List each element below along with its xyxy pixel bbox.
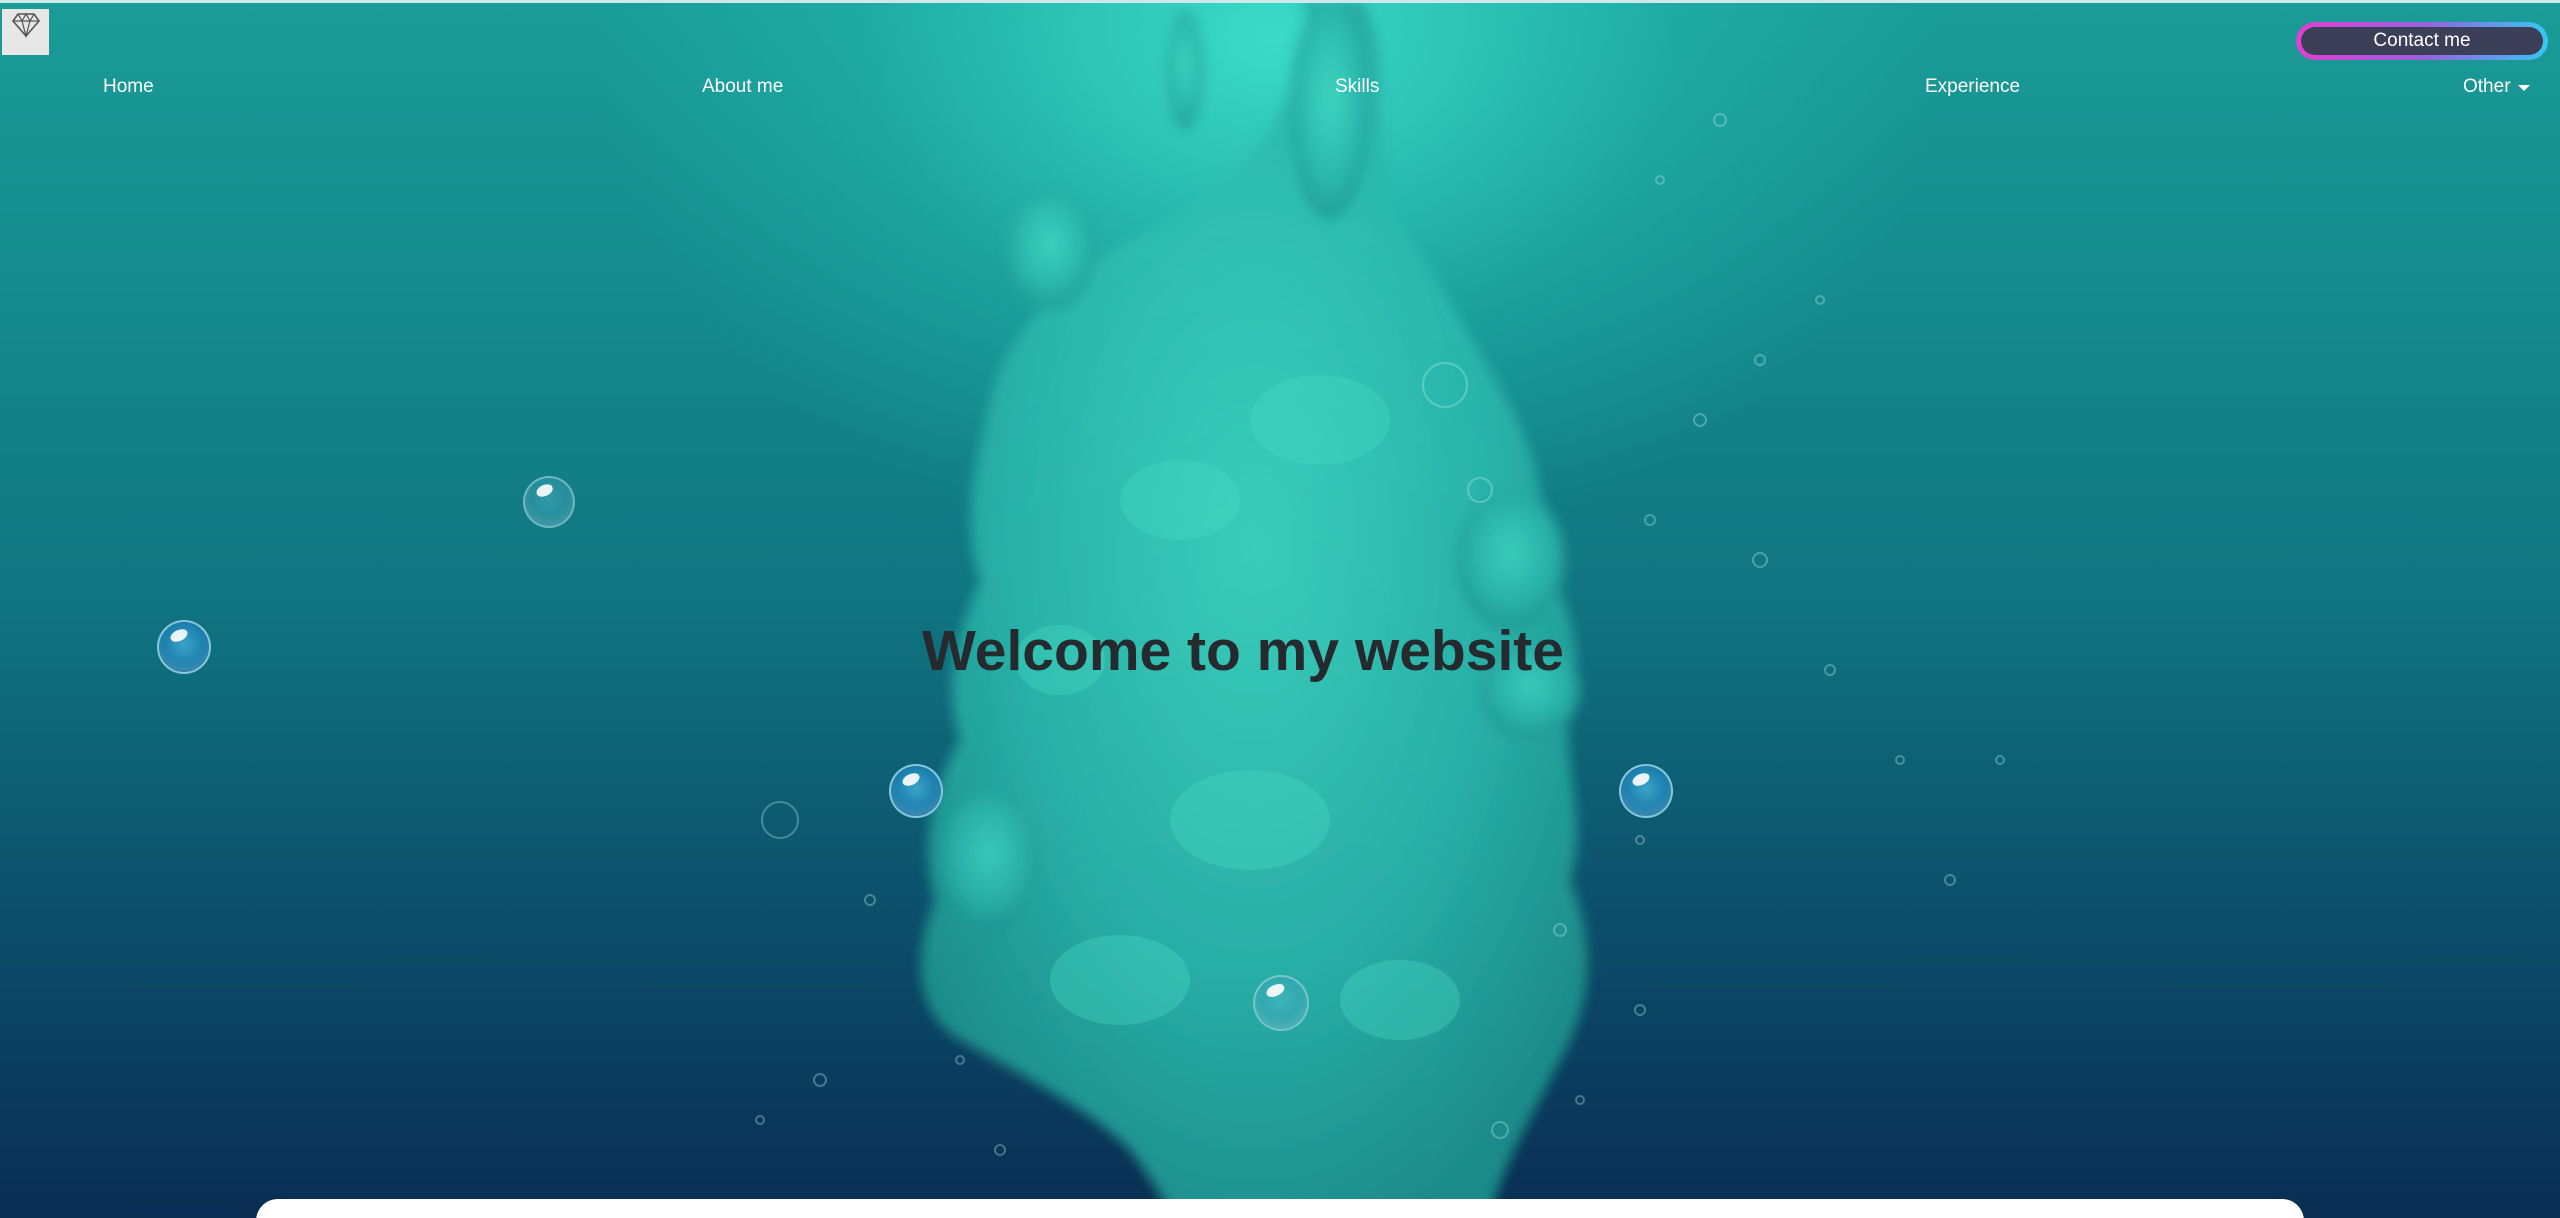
hero-background: Contact me Home About me Skills Experien… xyxy=(0,0,2560,1218)
chevron-down-icon xyxy=(2517,85,2530,91)
nav-other-dropdown[interactable]: Other xyxy=(2463,76,2530,98)
nav-about-me[interactable]: About me xyxy=(702,76,783,98)
nav-home[interactable]: Home xyxy=(103,76,154,98)
content-card-top xyxy=(256,1199,2304,1218)
bubble-decoration xyxy=(1619,764,1673,818)
bubble-decoration xyxy=(1253,975,1309,1031)
bubble-decoration xyxy=(889,764,943,818)
contact-me-button[interactable]: Contact me xyxy=(2296,22,2548,60)
nav-skills[interactable]: Skills xyxy=(1335,76,1379,98)
nav-other-label: Other xyxy=(2463,76,2511,97)
top-strip xyxy=(0,0,2560,3)
diamond-icon xyxy=(11,12,40,38)
bubble-decoration xyxy=(157,620,211,674)
site-logo[interactable] xyxy=(2,9,49,55)
bubble-decoration xyxy=(523,476,575,528)
ink-cloud-image xyxy=(755,0,2005,1218)
hero-headline: Welcome to my website xyxy=(922,619,1564,683)
contact-me-label: Contact me xyxy=(2301,27,2543,55)
nav-experience[interactable]: Experience xyxy=(1925,76,2020,98)
